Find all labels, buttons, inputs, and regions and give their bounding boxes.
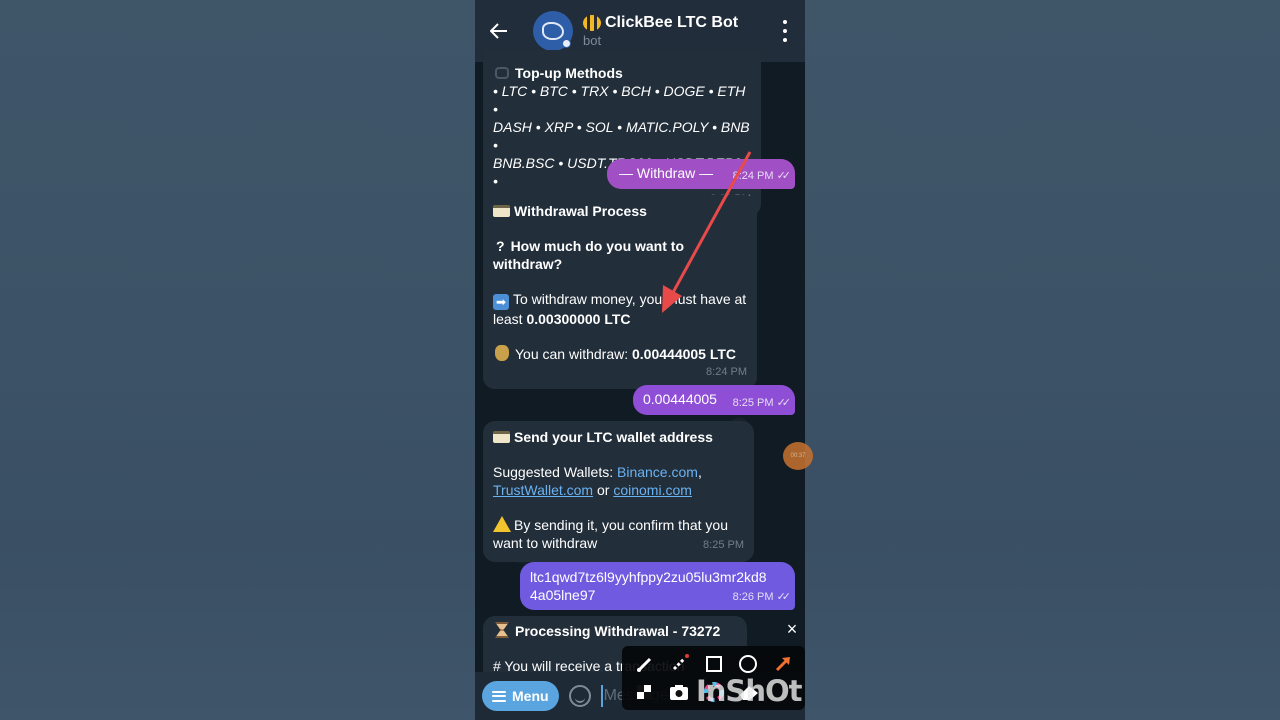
kebab-dot-icon bbox=[783, 29, 787, 33]
arrow-icon bbox=[775, 657, 790, 672]
telegram-phone-screen: ClickBee LTC Bot bot Top-up Methods • LT… bbox=[475, 0, 805, 720]
credit-card-emoji-icon bbox=[493, 431, 510, 443]
money-bag-emoji-icon bbox=[495, 345, 509, 361]
message-topup-methods: Top-up Methods • LTC • BTC • TRX • BCH •… bbox=[483, 50, 761, 216]
coinomi-link[interactable]: coinomi.com bbox=[613, 482, 692, 498]
camera-icon bbox=[670, 685, 688, 700]
message-title: Processing Withdrawal - 73272 bbox=[493, 622, 737, 640]
circle-icon bbox=[739, 655, 757, 673]
method-line: • LTC • BTC • TRX • BCH • DOGE • ETH • bbox=[493, 83, 746, 117]
link-emoji-icon bbox=[495, 67, 509, 79]
bee-logo-icon bbox=[542, 22, 564, 40]
bot-avatar[interactable] bbox=[533, 11, 573, 51]
available-text: You can withdraw: 0.00444005 LTC bbox=[493, 345, 747, 363]
question-text: ? How much do you want to withdraw? bbox=[493, 238, 684, 272]
right-arrow-emoji-icon: ➡ bbox=[493, 294, 509, 310]
double-check-icon: ✓✓ bbox=[776, 170, 792, 182]
chat-title-block[interactable]: ClickBee LTC Bot bot bbox=[583, 14, 738, 48]
message-withdrawal-process: Withdrawal Process ? How much do you want… bbox=[483, 195, 757, 389]
message-text: 0.00444005 bbox=[643, 391, 717, 407]
message-time: 8:26 PM ✓✓ bbox=[732, 591, 792, 603]
warning-emoji-icon bbox=[493, 516, 511, 532]
overlay-close-button[interactable]: × bbox=[783, 620, 801, 638]
kebab-dot-icon bbox=[783, 20, 787, 24]
brush-icon bbox=[637, 657, 652, 672]
hourglass-emoji-icon bbox=[495, 622, 509, 638]
magic-brush-tool[interactable] bbox=[669, 654, 689, 674]
double-check-icon: ✓✓ bbox=[776, 591, 792, 603]
address-line: ltc1qwd7tz6l9yyhfppy2zu05lu3mr2kd8 bbox=[530, 569, 767, 585]
screenshot-tool[interactable] bbox=[669, 682, 689, 702]
arrow-tool[interactable] bbox=[773, 654, 793, 674]
message-amount: 0.00444005 8:25 PM ✓✓ bbox=[633, 385, 795, 415]
mosaic-icon bbox=[637, 685, 651, 699]
chat-subtitle: bot bbox=[583, 33, 602, 48]
rectangle-tool[interactable] bbox=[704, 654, 724, 674]
brush-tool[interactable] bbox=[634, 654, 654, 674]
bot-badge-icon bbox=[562, 39, 571, 48]
message-time: 8:24 PM ✓✓ bbox=[732, 170, 792, 182]
credit-card-emoji-icon bbox=[493, 205, 510, 217]
available-amount: 0.00444005 LTC bbox=[632, 346, 737, 362]
emoji-button[interactable] bbox=[568, 685, 591, 707]
message-time: 8:24 PM bbox=[706, 366, 747, 378]
magic-brush-icon bbox=[672, 654, 689, 671]
message-time: 8:25 PM ✓✓ bbox=[732, 397, 792, 409]
message-text: — Withdraw — bbox=[619, 165, 714, 181]
hamburger-icon bbox=[492, 690, 506, 702]
binance-link[interactable]: Binance.com bbox=[617, 464, 698, 480]
more-options-button[interactable] bbox=[775, 20, 795, 42]
message-title: Top-up Methods bbox=[493, 64, 751, 82]
inshot-watermark: InShOt bbox=[696, 674, 802, 708]
suggested-wallets: Suggested Wallets: Binance.com, TrustWal… bbox=[493, 464, 702, 498]
arrow-left-icon bbox=[490, 23, 507, 39]
kebab-dot-icon bbox=[783, 38, 787, 42]
chat-title: ClickBee LTC Bot bbox=[583, 14, 738, 32]
bee-emoji-icon bbox=[583, 15, 601, 31]
minimum-text: ➡ To withdraw money, you must have at lea… bbox=[493, 291, 747, 327]
minimum-amount: 0.00300000 LTC bbox=[526, 311, 631, 327]
recording-timer-bubble[interactable]: 00:37 bbox=[783, 442, 813, 470]
menu-button-label: Menu bbox=[512, 688, 549, 704]
message-withdraw-command: — Withdraw — 8:24 PM ✓✓ bbox=[607, 159, 795, 189]
message-send-wallet: Send your LTC wallet address Suggested W… bbox=[483, 421, 754, 562]
bot-menu-button[interactable]: Menu bbox=[482, 681, 559, 711]
chat-title-text: ClickBee LTC Bot bbox=[605, 14, 739, 31]
method-line: DASH • XRP • SOL • MATIC.POLY • BNB • bbox=[493, 119, 750, 153]
question-mark-icon: ? bbox=[496, 238, 505, 254]
message-title: Withdrawal Process bbox=[493, 202, 747, 220]
message-wallet-address: ltc1qwd7tz6l9yyhfppy2zu05lu3mr2kd8 4a05l… bbox=[520, 562, 795, 610]
message-title: Send your LTC wallet address bbox=[493, 428, 744, 446]
mosaic-tool[interactable] bbox=[634, 682, 654, 702]
double-check-icon: ✓✓ bbox=[776, 397, 792, 409]
circle-tool[interactable] bbox=[738, 654, 758, 674]
text-caret bbox=[600, 685, 603, 707]
trustwallet-link[interactable]: TrustWallet.com bbox=[493, 482, 593, 498]
rectangle-icon bbox=[706, 656, 722, 672]
